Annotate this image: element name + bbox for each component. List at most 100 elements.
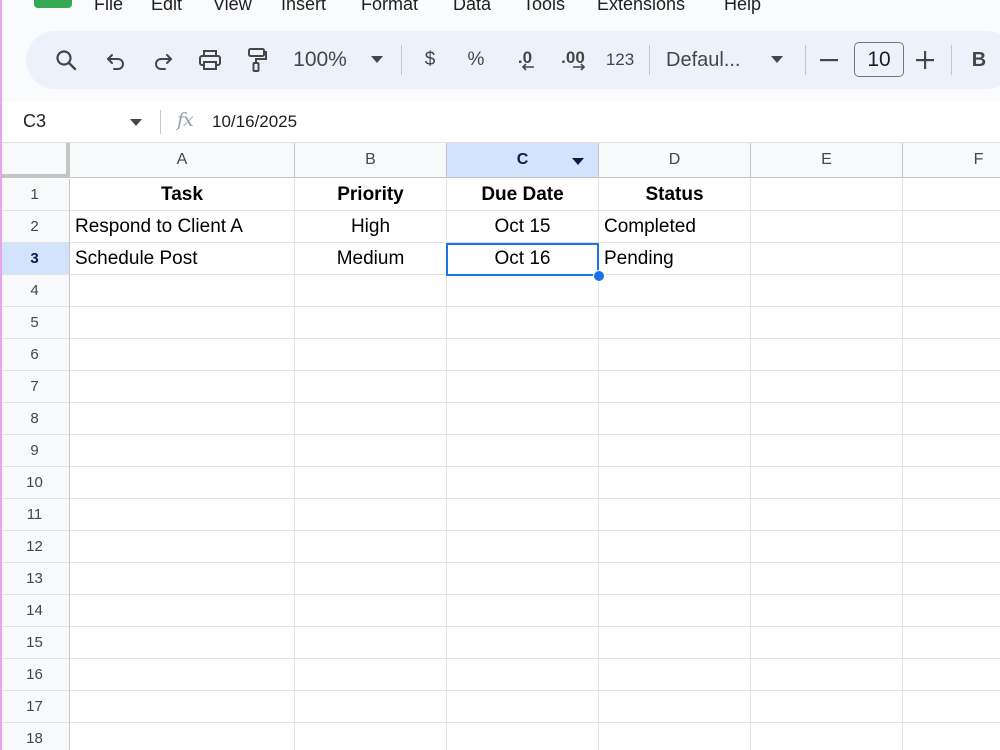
undo-button[interactable] (98, 31, 134, 89)
cell-e4[interactable] (751, 275, 903, 307)
cell-c4[interactable] (447, 275, 599, 307)
cell-b17[interactable] (295, 691, 447, 723)
cell-c9[interactable] (447, 435, 599, 467)
row-header-18[interactable]: 18 (0, 723, 70, 750)
cell-e14[interactable] (751, 595, 903, 627)
cell-a3[interactable]: Schedule Post (70, 243, 295, 275)
cell-c8[interactable] (447, 403, 599, 435)
cell-a18[interactable] (70, 723, 295, 750)
cell-d12[interactable] (599, 531, 751, 563)
cell-a4[interactable] (70, 275, 295, 307)
cell-c17[interactable] (447, 691, 599, 723)
cell-b4[interactable] (295, 275, 447, 307)
cell-b18[interactable] (295, 723, 447, 750)
row-header-4[interactable]: 4 (0, 275, 70, 307)
decrease-font-size-button[interactable] (814, 31, 844, 89)
cell-b13[interactable] (295, 563, 447, 595)
menu-insert[interactable]: Insert (281, 0, 326, 15)
row-header-10[interactable]: 10 (0, 467, 70, 499)
zoom-select[interactable]: 100% (288, 31, 388, 89)
cell-b15[interactable] (295, 627, 447, 659)
cell-d10[interactable] (599, 467, 751, 499)
cell-a12[interactable] (70, 531, 295, 563)
percent-format-button[interactable]: % (460, 31, 492, 89)
row-header-7[interactable]: 7 (0, 371, 70, 403)
cell-a7[interactable] (70, 371, 295, 403)
chevron-down-icon[interactable] (130, 119, 142, 126)
cell-d9[interactable] (599, 435, 751, 467)
cell-b3[interactable]: Medium (295, 243, 447, 275)
column-header-b[interactable]: B (295, 143, 447, 178)
cell-d18[interactable] (599, 723, 751, 750)
cell-c15[interactable] (447, 627, 599, 659)
cell-e6[interactable] (751, 339, 903, 371)
row-header-15[interactable]: 15 (0, 627, 70, 659)
cell-c5[interactable] (447, 307, 599, 339)
cell-c13[interactable] (447, 563, 599, 595)
cell-d11[interactable] (599, 499, 751, 531)
cell-e5[interactable] (751, 307, 903, 339)
paint-format-button[interactable] (239, 31, 275, 89)
freeze-handle-horizontal[interactable] (0, 174, 70, 178)
menu-tools[interactable]: Tools (523, 0, 565, 15)
cell-b1[interactable]: Priority (295, 179, 447, 211)
cell-a13[interactable] (70, 563, 295, 595)
increase-decimal-button[interactable]: .00 (552, 31, 594, 89)
row-header-2[interactable]: 2 (0, 211, 70, 243)
column-header-f[interactable]: F (903, 143, 1000, 178)
cell-f8[interactable] (903, 403, 1000, 435)
cell-b6[interactable] (295, 339, 447, 371)
menu-help[interactable]: Help (724, 0, 761, 15)
column-header-a[interactable]: A (70, 143, 295, 178)
cell-c12[interactable] (447, 531, 599, 563)
cell-d15[interactable] (599, 627, 751, 659)
cell-c2[interactable]: Oct 15 (447, 211, 599, 243)
cell-e2[interactable] (751, 211, 903, 243)
row-header-16[interactable]: 16 (0, 659, 70, 691)
cell-f5[interactable] (903, 307, 1000, 339)
redo-button[interactable] (145, 31, 181, 89)
cell-d4[interactable] (599, 275, 751, 307)
cell-d3[interactable]: Pending (599, 243, 751, 275)
cell-f14[interactable] (903, 595, 1000, 627)
font-size-input[interactable]: 10 (854, 42, 904, 77)
cell-b10[interactable] (295, 467, 447, 499)
cell-d14[interactable] (599, 595, 751, 627)
cell-d2[interactable]: Completed (599, 211, 751, 243)
column-header-c[interactable]: C (447, 143, 599, 178)
row-header-6[interactable]: 6 (0, 339, 70, 371)
cell-b16[interactable] (295, 659, 447, 691)
row-header-12[interactable]: 12 (0, 531, 70, 563)
currency-format-button[interactable]: $ (414, 31, 446, 89)
cell-d8[interactable] (599, 403, 751, 435)
search-menus-button[interactable] (48, 31, 84, 89)
cell-d13[interactable] (599, 563, 751, 595)
cell-f15[interactable] (903, 627, 1000, 659)
cell-f6[interactable] (903, 339, 1000, 371)
cell-e3[interactable] (751, 243, 903, 275)
cell-c18[interactable] (447, 723, 599, 750)
cell-f11[interactable] (903, 499, 1000, 531)
menu-view[interactable]: View (213, 0, 252, 15)
cell-e12[interactable] (751, 531, 903, 563)
cell-f10[interactable] (903, 467, 1000, 499)
formula-input[interactable]: 10/16/2025 (212, 112, 297, 132)
cell-f13[interactable] (903, 563, 1000, 595)
print-button[interactable] (192, 31, 228, 89)
cell-e17[interactable] (751, 691, 903, 723)
fill-handle[interactable] (593, 270, 605, 282)
cell-b9[interactable] (295, 435, 447, 467)
cell-b5[interactable] (295, 307, 447, 339)
row-header-14[interactable]: 14 (0, 595, 70, 627)
font-family-select[interactable]: Defaul... (666, 31, 788, 89)
sheets-logo[interactable] (34, 0, 72, 8)
cell-e10[interactable] (751, 467, 903, 499)
cell-b7[interactable] (295, 371, 447, 403)
cell-f18[interactable] (903, 723, 1000, 750)
cell-d16[interactable] (599, 659, 751, 691)
cell-f9[interactable] (903, 435, 1000, 467)
cell-a9[interactable] (70, 435, 295, 467)
cell-e18[interactable] (751, 723, 903, 750)
cell-b2[interactable]: High (295, 211, 447, 243)
row-header-11[interactable]: 11 (0, 499, 70, 531)
